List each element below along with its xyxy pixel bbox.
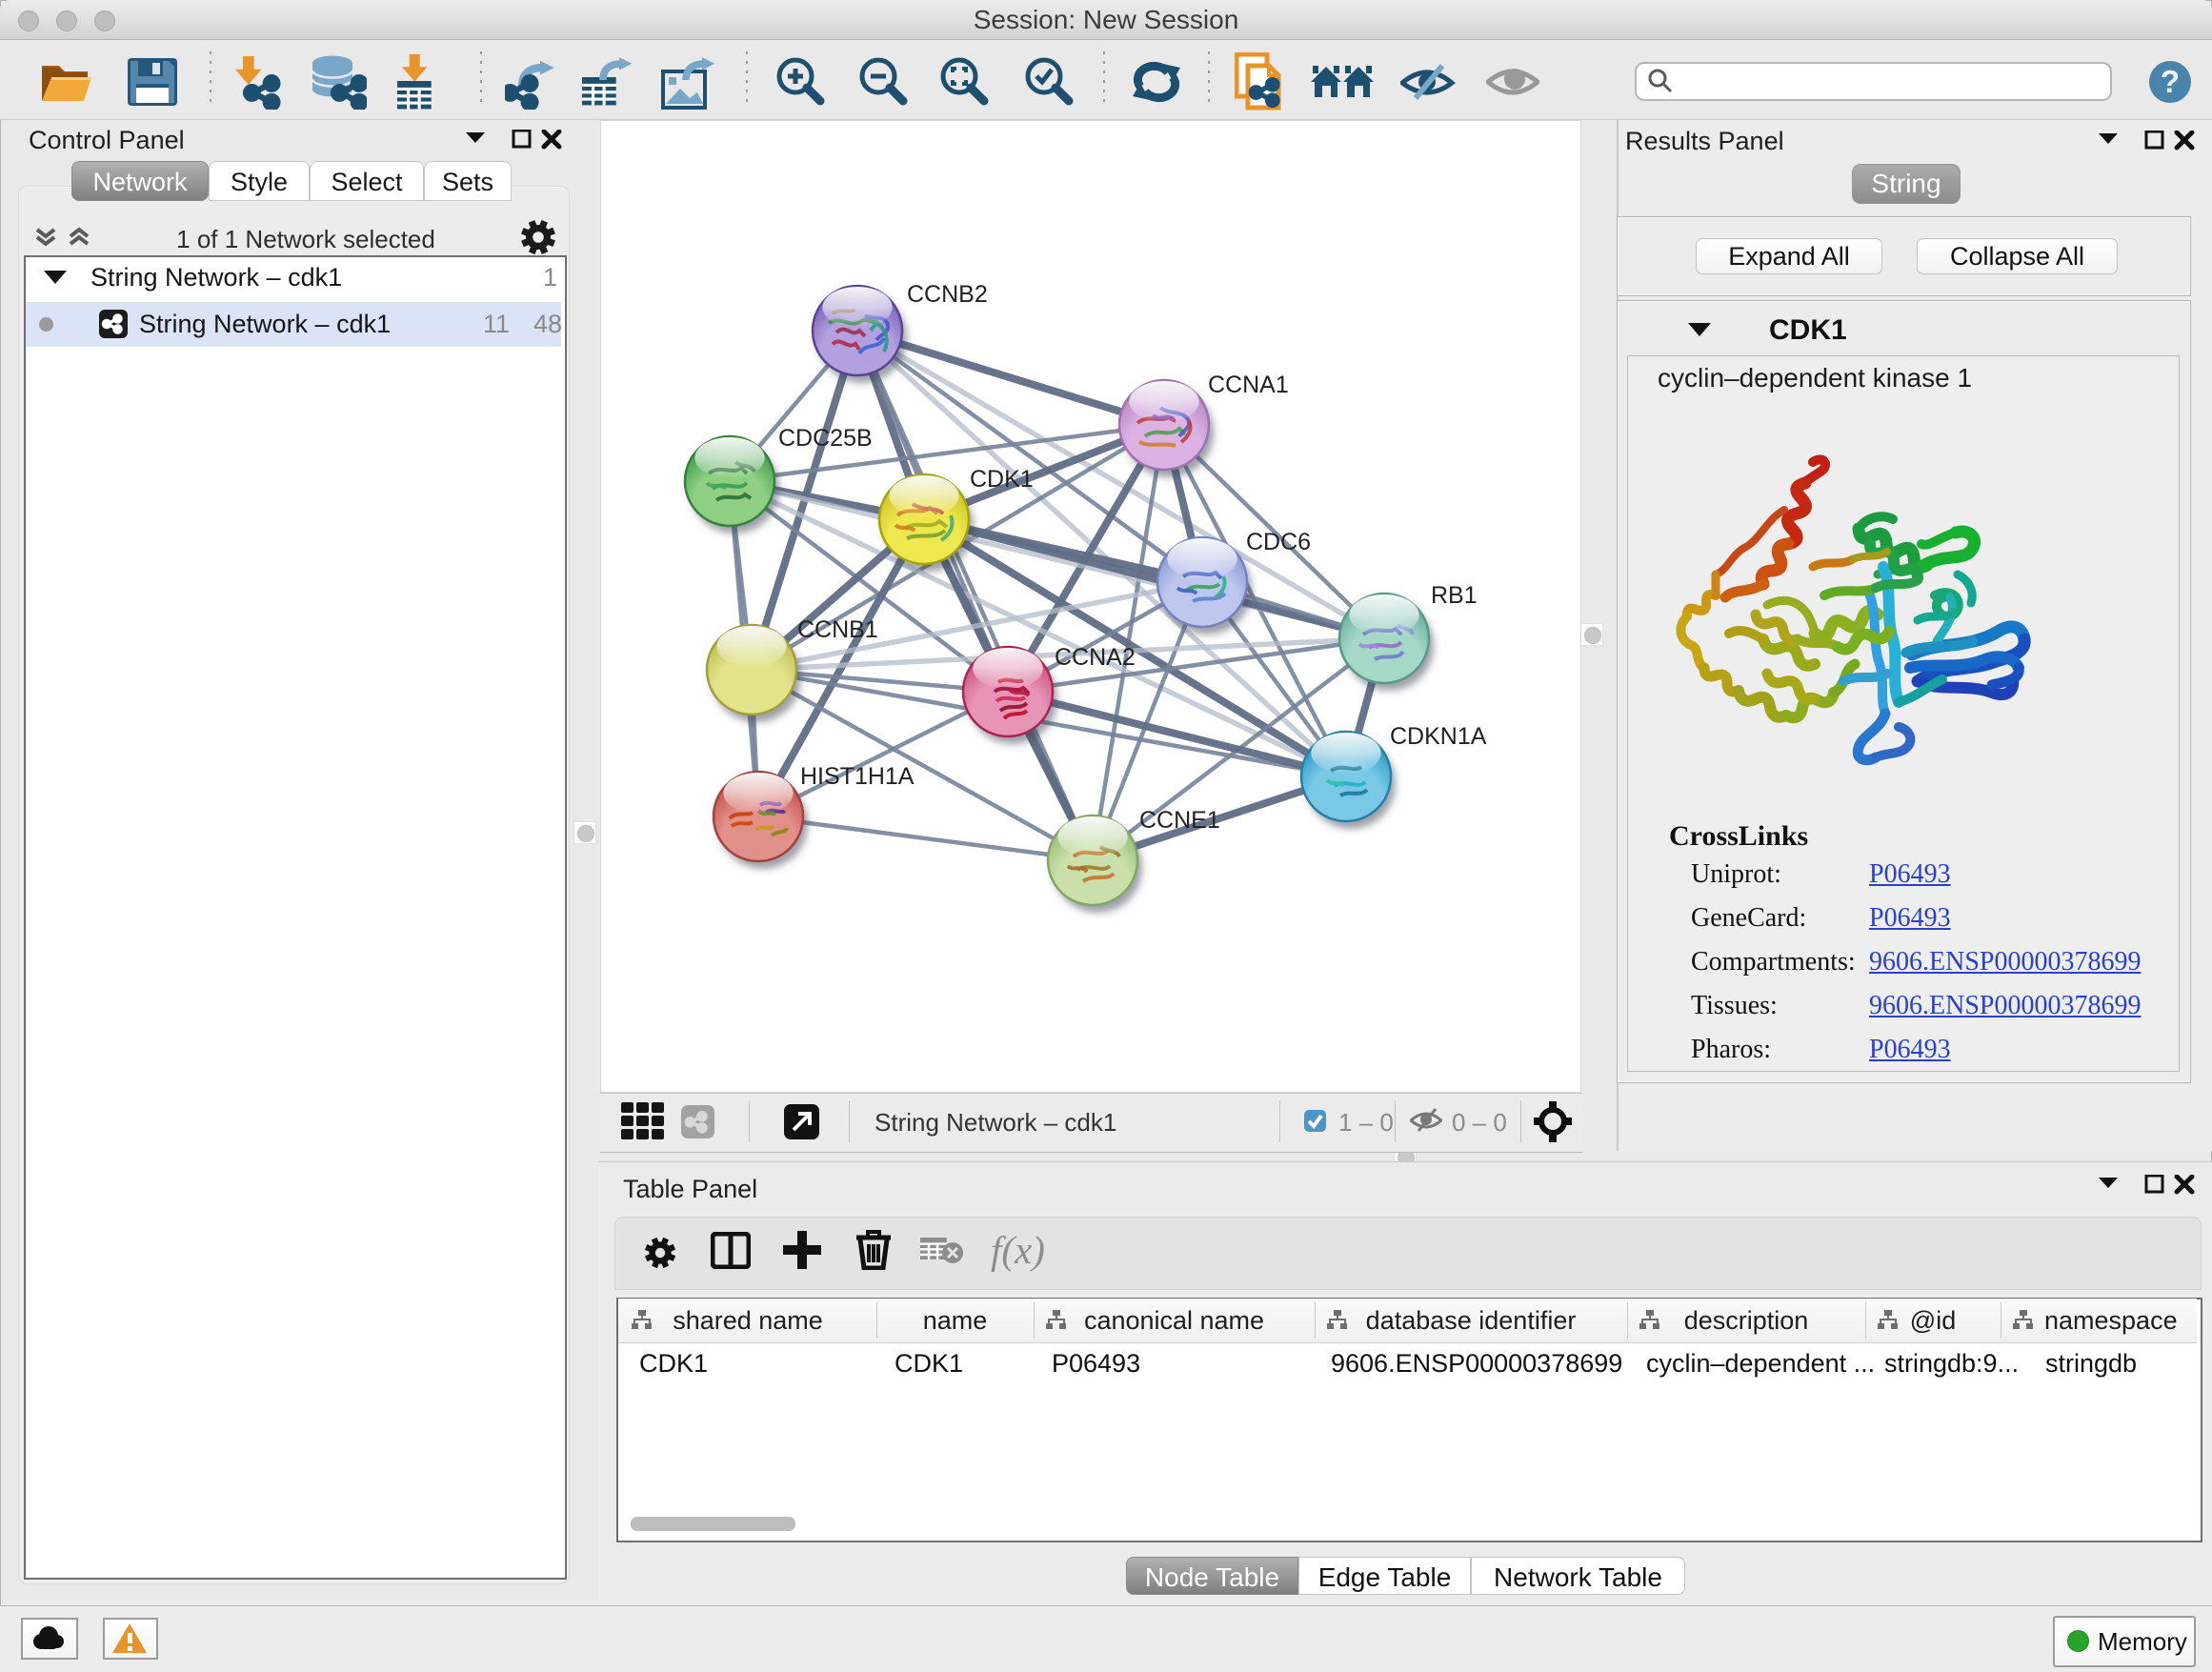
svg-text:CDC6: CDC6 xyxy=(1246,529,1311,555)
svg-text:CDKN1A: CDKN1A xyxy=(1390,723,1487,750)
svg-text:CCNA1: CCNA1 xyxy=(1208,372,1289,398)
svg-text:HIST1H1A: HIST1H1A xyxy=(800,763,915,790)
svg-text:CCNA2: CCNA2 xyxy=(1055,644,1136,671)
svg-text:RB1: RB1 xyxy=(1431,582,1478,609)
svg-text:CCNB1: CCNB1 xyxy=(797,616,878,643)
svg-text:CCNE1: CCNE1 xyxy=(1139,807,1220,834)
svg-text:CCNB2: CCNB2 xyxy=(907,281,988,308)
svg-text:CDC25B: CDC25B xyxy=(778,425,873,452)
svg-text:CDK1: CDK1 xyxy=(970,466,1034,493)
